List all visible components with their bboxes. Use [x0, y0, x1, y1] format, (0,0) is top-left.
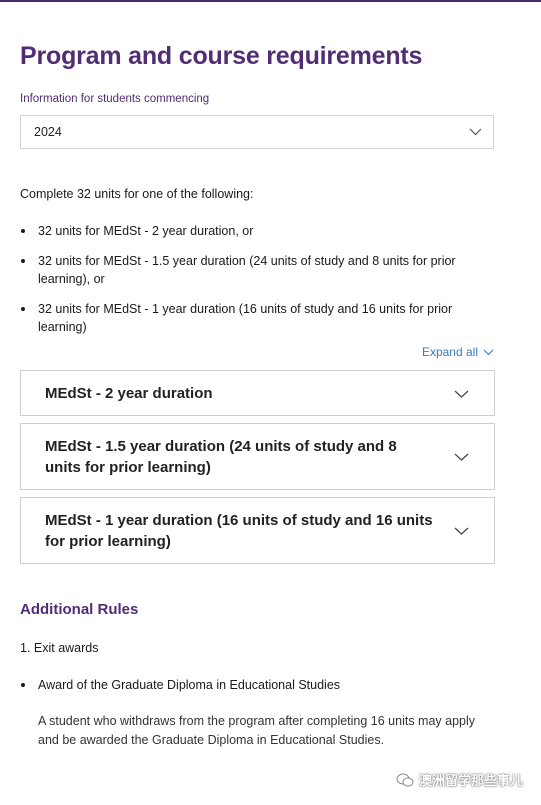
option-prefix: 32 units for [38, 224, 104, 238]
watermark: 澳洲留学那些事儿 [396, 770, 523, 789]
expand-all-label: Expand all [421, 345, 478, 359]
list-item: Award of the Graduate Diploma in Educati… [20, 676, 500, 694]
option-name: MEdSt - 2 year duration [103, 224, 236, 238]
option-suffix: , or [235, 224, 254, 238]
list-item: 32 units for MEdSt - 2 year duration, or [20, 222, 500, 240]
commencing-year-select[interactable]: 2024 [20, 115, 494, 149]
requirements-intro: Complete 32 units for one of the followi… [20, 187, 254, 201]
watermark-text: 澳洲留学那些事儿 [418, 773, 523, 788]
accordion-item-1-year[interactable]: MEdSt - 1 year duration (16 units of stu… [20, 497, 495, 564]
expand-all-button[interactable]: Expand all [422, 345, 494, 359]
exit-awards-rule: 1. Exit awards [20, 641, 99, 655]
additional-rules-heading: Additional Rules [20, 601, 139, 618]
accordion-item-2-year[interactable]: MEdSt - 2 year duration [20, 370, 495, 416]
list-item: 32 units for MEdSt - 1 year duration (16… [20, 300, 500, 336]
wechat-logo-icon [396, 773, 414, 786]
option-prefix: 32 units for [38, 302, 104, 316]
top-accent-bar [0, 0, 541, 2]
chevron-down-icon [469, 128, 482, 136]
page-title: Program and course requirements [20, 42, 423, 70]
chevron-down-icon [454, 527, 469, 535]
list-item: 32 units for MEdSt - 1.5 year duration (… [20, 252, 500, 288]
commencing-year-value: 2024 [34, 125, 62, 139]
chevron-down-icon [483, 349, 494, 355]
option-suffix: , or [86, 272, 105, 286]
accordion-title: MEdSt - 1.5 year duration (24 units of s… [45, 438, 397, 476]
award-description: A student who withdraws from the program… [38, 714, 476, 747]
chevron-down-icon [454, 453, 469, 461]
requirements-list: 32 units for MEdSt - 2 year duration, or… [20, 222, 500, 336]
accordion-item-1-5-year[interactable]: MEdSt - 1.5 year duration (24 units of s… [20, 423, 495, 490]
accordion-title: MEdSt - 1 year duration (16 units of stu… [45, 512, 433, 550]
accordion-title: MEdSt - 2 year duration [45, 385, 213, 402]
option-prefix: 32 units for [38, 254, 104, 268]
commencing-label: Information for students commencing [20, 93, 210, 105]
award-list: Award of the Graduate Diploma in Educati… [20, 676, 500, 694]
chevron-down-icon [454, 390, 469, 398]
